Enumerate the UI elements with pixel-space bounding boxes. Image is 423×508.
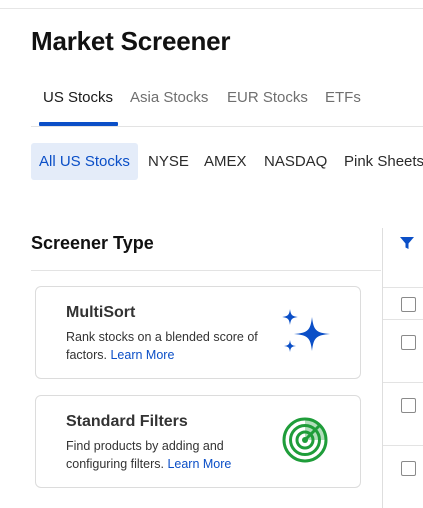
exchange-nasdaq[interactable]: NASDAQ	[264, 143, 327, 180]
panel-divider	[382, 228, 383, 508]
exchange-nyse[interactable]: NYSE	[148, 143, 189, 180]
standard-filters-learn-more-link[interactable]: Learn More	[167, 457, 231, 471]
multisort-card[interactable]: MultiSort Rank stocks on a blended score…	[35, 286, 361, 379]
standard-filters-card[interactable]: Standard Filters Find products by adding…	[35, 395, 361, 488]
filter-icon[interactable]	[399, 235, 415, 251]
tab-etfs[interactable]: ETFs	[325, 89, 361, 106]
row-divider	[383, 445, 423, 446]
multisort-title: MultiSort	[66, 304, 136, 321]
select-all-checkbox[interactable]	[401, 297, 416, 312]
radar-icon	[282, 417, 328, 463]
results-header-divider	[383, 287, 423, 288]
page-title: Market Screener	[31, 26, 231, 56]
exchange-all-us-stocks[interactable]: All US Stocks	[31, 143, 138, 180]
tab-eur-stocks[interactable]: EUR Stocks	[227, 89, 308, 106]
multisort-description: Rank stocks on a blended score of factor…	[66, 328, 266, 364]
market-tabs: US Stocks Asia Stocks EUR Stocks ETFs	[31, 82, 423, 127]
active-tab-indicator	[39, 122, 118, 126]
row-checkbox[interactable]	[401, 461, 416, 476]
tab-us-stocks[interactable]: US Stocks	[43, 89, 113, 106]
tab-asia-stocks[interactable]: Asia Stocks	[130, 89, 208, 106]
multisort-learn-more-link[interactable]: Learn More	[110, 348, 174, 362]
standard-filters-description: Find products by adding and configuring …	[66, 437, 266, 473]
exchange-pink-sheets[interactable]: Pink Sheets	[344, 143, 423, 180]
top-border	[0, 8, 423, 9]
section-divider	[31, 270, 381, 271]
row-checkbox[interactable]	[401, 398, 416, 413]
sparkles-icon	[282, 309, 330, 352]
row-divider	[383, 382, 423, 383]
row-divider	[383, 319, 423, 320]
exchange-amex[interactable]: AMEX	[204, 143, 247, 180]
row-checkbox[interactable]	[401, 335, 416, 350]
screener-type-heading: Screener Type	[31, 233, 154, 253]
standard-filters-title: Standard Filters	[66, 413, 188, 430]
exchange-filter-bar: All US Stocks NYSE AMEX NASDAQ Pink Shee…	[31, 143, 423, 180]
